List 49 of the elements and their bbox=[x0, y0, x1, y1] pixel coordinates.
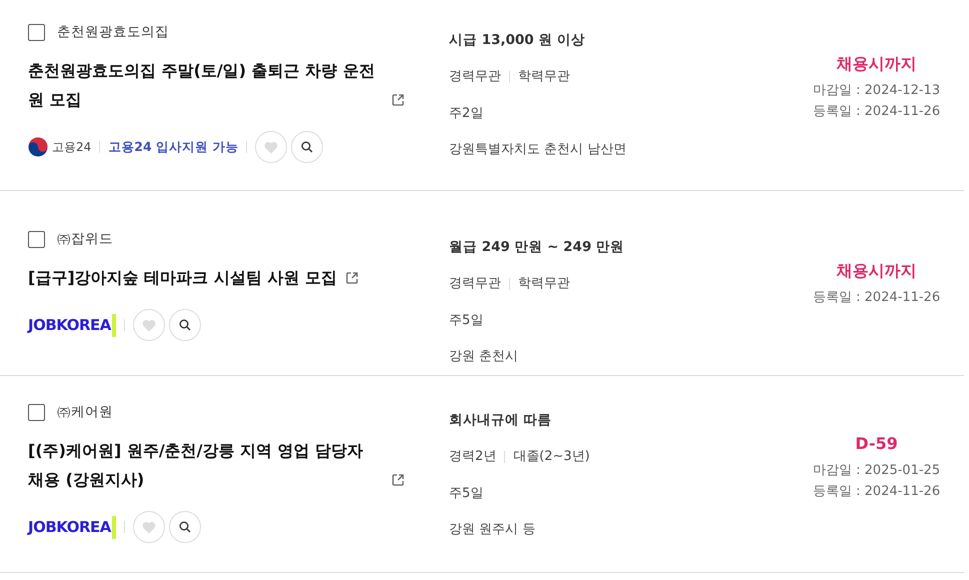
location-text: 강원 춘천시 bbox=[449, 348, 518, 366]
date-text: 등록일 : 2024-11-26 bbox=[812, 290, 940, 305]
heart-icon bbox=[142, 520, 156, 534]
job-title-link[interactable]: [급구]강아지숲 테마파크 시설팀 사원 모집 bbox=[28, 263, 337, 292]
date-text: 마감일 : 2025-01-25 bbox=[812, 463, 940, 478]
heart-icon bbox=[264, 140, 278, 154]
condition-text: 경력무관 bbox=[449, 68, 501, 86]
checkbox[interactable] bbox=[28, 404, 45, 421]
job-title-link[interactable]: [(주)케어원] 원주/춘천/강릉 지역 영업 담당자 채용 (강원지사) bbox=[28, 436, 383, 494]
search-button[interactable] bbox=[291, 131, 324, 164]
salary-text: 회사내규에 따름 bbox=[449, 411, 553, 430]
search-button[interactable] bbox=[168, 511, 201, 544]
company-name[interactable]: ㈜잡위드 bbox=[57, 229, 113, 250]
checkbox[interactable] bbox=[28, 230, 45, 248]
job-title-link[interactable]: 춘천원광효도의집 주말(토/일) 출퇴근 차량 운전원 모집 bbox=[28, 56, 383, 114]
location-text: 강원 원주시 등 bbox=[449, 521, 536, 540]
date-text: 등록일 : 2024-11-26 bbox=[812, 484, 940, 499]
apply-link[interactable]: 고용24 입사지원 가능 bbox=[108, 138, 238, 157]
jobkorea-logo: JOBKOREA bbox=[28, 516, 116, 538]
location-text: 강원특별자치도 춘천시 남산면 bbox=[449, 141, 626, 160]
condition-text: 경력2년 bbox=[449, 448, 496, 466]
search-button[interactable] bbox=[168, 309, 201, 342]
date-text: 등록일 : 2024-11-26 bbox=[812, 104, 940, 119]
salary-text: 월급 249 만원 ~ 249 만원 bbox=[449, 238, 626, 257]
search-icon bbox=[178, 521, 191, 534]
workdays-text: 주5일 bbox=[449, 484, 484, 503]
condition-text: 대졸(2~3년) bbox=[513, 448, 590, 466]
heart-icon bbox=[142, 318, 156, 332]
search-icon bbox=[178, 319, 191, 332]
deadline-label: D-59 bbox=[855, 434, 898, 453]
source-name: 고용24 bbox=[52, 139, 92, 156]
deadline-label: 채용시까지 bbox=[836, 54, 916, 73]
company-name[interactable]: 춘천원광효도의집 bbox=[57, 22, 169, 42]
emblem-icon bbox=[28, 137, 48, 158]
external-link-icon[interactable] bbox=[391, 93, 405, 108]
checkbox[interactable] bbox=[28, 24, 45, 41]
condition-text: 경력무관 bbox=[449, 275, 501, 294]
external-link-icon[interactable] bbox=[344, 271, 359, 286]
workdays-text: 주5일 bbox=[449, 312, 484, 330]
jobkorea-logo: JOBKOREA bbox=[28, 314, 116, 336]
search-icon bbox=[301, 141, 314, 154]
company-name[interactable]: ㈜케어원 bbox=[57, 402, 113, 422]
external-link-icon[interactable] bbox=[391, 473, 405, 488]
deadline-label: 채용시까지 bbox=[836, 261, 916, 280]
salary-text: 시급 13,000 원 이상 bbox=[449, 31, 586, 50]
workdays-text: 주2일 bbox=[449, 104, 484, 123]
condition-text: 학력무관 bbox=[518, 68, 570, 86]
condition-text: 학력무관 bbox=[518, 275, 570, 294]
date-text: 마감일 : 2024-12-13 bbox=[812, 83, 940, 98]
